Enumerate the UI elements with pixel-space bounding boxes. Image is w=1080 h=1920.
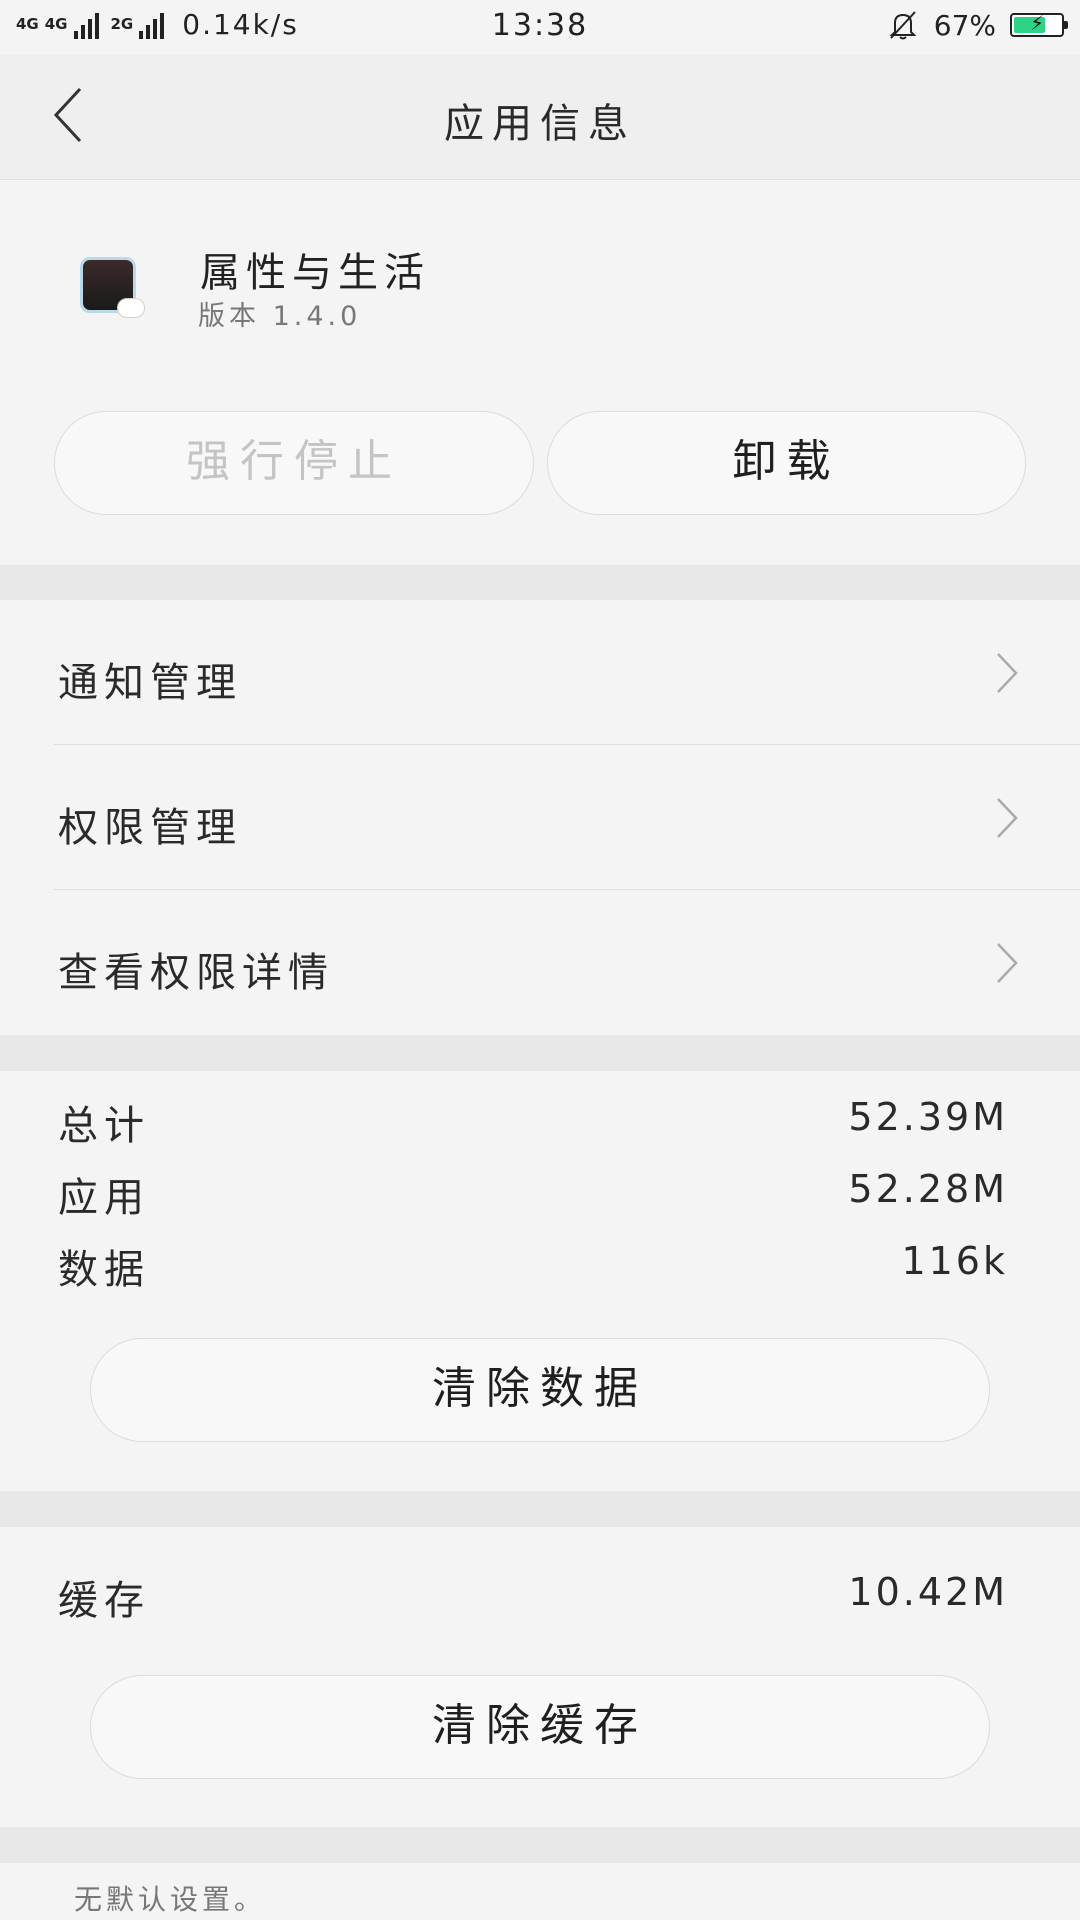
chevron-right-icon: [997, 943, 1018, 983]
page-title: 应用信息: [444, 101, 636, 147]
charging-bolt-icon: ⚡: [1029, 11, 1045, 35]
menu-item-label: 通知管理: [58, 660, 242, 706]
force-stop-button[interactable]: 强行停止: [54, 411, 534, 515]
app-name: 属性与生活: [200, 250, 430, 296]
status-bar: 4G 4G 2G 0.14k/s 13:38 67% ⚡: [0, 0, 1080, 55]
app-bar: 应用信息: [0, 55, 1080, 180]
section-divider: [0, 1035, 1080, 1071]
app-icon: [80, 257, 145, 318]
total-value: 52.39M: [848, 1095, 1008, 1139]
cache-label: 缓存: [58, 1578, 150, 1624]
data-size-value: 116k: [901, 1239, 1008, 1283]
chevron-right-icon: [997, 653, 1018, 693]
storage-section: 总计 52.39M 应用 52.28M 数据 116k 清除数据: [0, 1071, 1080, 1491]
menu-item-notification-management[interactable]: 通知管理: [0, 600, 1080, 745]
section-divider: [0, 565, 1080, 600]
data-size-label: 数据: [58, 1247, 150, 1293]
section-divider: [0, 1827, 1080, 1863]
cache-section: 缓存 10.42M 清除缓存: [0, 1527, 1080, 1827]
app-version: 版本 1.4.0: [198, 301, 362, 332]
cache-value: 10.42M: [848, 1570, 1008, 1614]
default-settings-note: 无默认设置。: [74, 1883, 267, 1916]
total-label: 总计: [58, 1103, 150, 1149]
battery-icon: ⚡: [1010, 11, 1068, 37]
chevron-right-icon: [997, 798, 1018, 838]
bell-muted-icon: [889, 11, 917, 40]
app-size-label: 应用: [58, 1175, 150, 1221]
clear-data-button[interactable]: 清除数据: [90, 1338, 990, 1442]
app-size-value: 52.28M: [848, 1167, 1008, 1211]
section-divider: [0, 1491, 1080, 1527]
menu-item-permission-details[interactable]: 查看权限详情: [0, 890, 1080, 1035]
menu-item-label: 权限管理: [58, 805, 242, 851]
battery-percent: 67%: [933, 8, 996, 42]
uninstall-button[interactable]: 卸载: [547, 411, 1026, 515]
menu-item-label: 查看权限详情: [58, 950, 334, 996]
app-info-section: 属性与生活 版本 1.4.0 强行停止 卸载: [0, 180, 1080, 565]
status-right: 67% ⚡: [886, 8, 1068, 42]
settings-menu: 通知管理 权限管理 查看权限详情: [0, 600, 1080, 1035]
menu-item-permission-management[interactable]: 权限管理: [0, 745, 1080, 890]
clear-cache-button[interactable]: 清除缓存: [90, 1675, 990, 1779]
